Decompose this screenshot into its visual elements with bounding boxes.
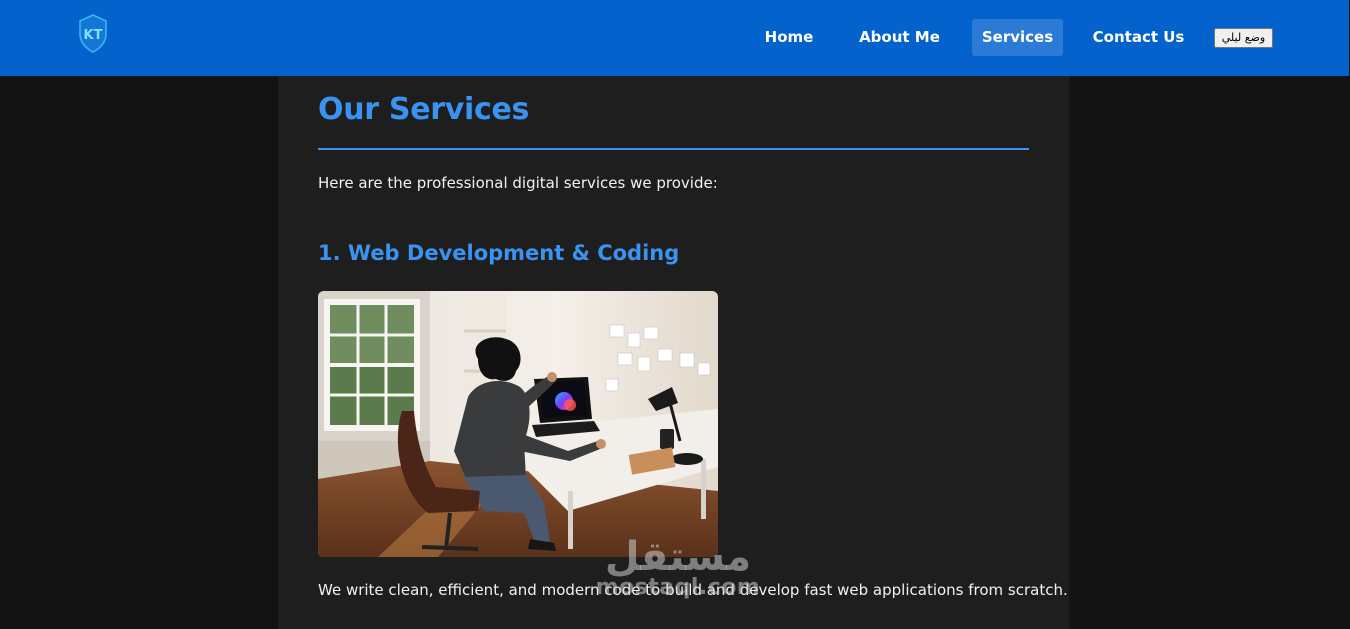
top-navbar: KT Home About Me Services Contact Us وضع… bbox=[0, 0, 1349, 76]
web-development-photo bbox=[318, 291, 718, 557]
service-description-web-development: We write clean, efficient, and modern co… bbox=[318, 581, 1068, 599]
nav-link-services[interactable]: Services bbox=[972, 19, 1063, 56]
nav-link-home[interactable]: Home bbox=[751, 19, 827, 56]
shield-logo-icon: KT bbox=[79, 14, 107, 53]
dark-mode-toggle-button[interactable]: وضع ليلي bbox=[1214, 28, 1273, 48]
page-title: Our Services bbox=[318, 92, 530, 127]
services-content-panel: Our Services Here are the professional d… bbox=[278, 76, 1069, 629]
nav-link-about-me[interactable]: About Me bbox=[849, 19, 950, 56]
svg-text:KT: KT bbox=[84, 28, 103, 43]
service-heading-web-development: 1. Web Development & Coding bbox=[318, 241, 680, 265]
title-divider bbox=[318, 148, 1029, 150]
intro-text: Here are the professional digital servic… bbox=[318, 174, 718, 192]
site-logo[interactable]: KT bbox=[77, 13, 109, 53]
developer-at-desk-illustration bbox=[318, 291, 718, 557]
nav-link-contact-us[interactable]: Contact Us bbox=[1085, 19, 1192, 56]
